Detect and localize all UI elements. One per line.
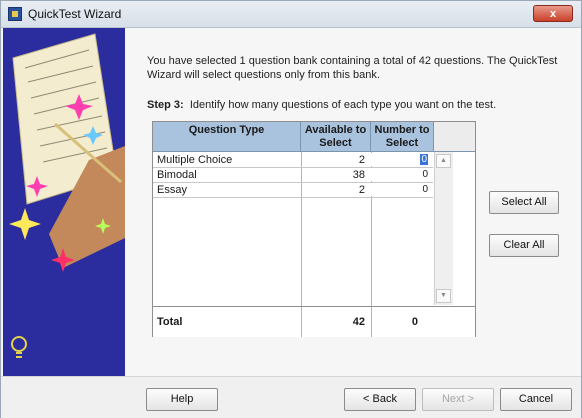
number-to-select-input[interactable]: 0: [371, 168, 432, 181]
total-available: 42: [352, 316, 365, 328]
title-bar: QuickTest Wizard x: [1, 1, 581, 28]
next-button[interactable]: Next >: [422, 388, 494, 411]
number-to-select-input[interactable]: 0: [371, 153, 432, 166]
question-type-grid: Question Type Available to Select Number…: [152, 121, 476, 337]
row-question-type: Multiple Choice: [157, 154, 233, 166]
number-to-select-input[interactable]: 0: [371, 183, 432, 196]
step-text: Identify how many questions of each type…: [189, 99, 497, 111]
quicktest-wizard-window: QuickTest Wizard x You have selected 1 q…: [0, 0, 582, 418]
total-label: Total: [157, 316, 183, 328]
total-number-to-select: 0: [411, 316, 418, 328]
scroll-down-arrow-icon[interactable]: ▼: [436, 289, 451, 303]
header-number-to-select: Number to Select: [371, 122, 434, 152]
column-divider: [301, 307, 302, 337]
header-available: Available to Select: [301, 122, 371, 152]
row-question-type: Bimodal: [157, 169, 197, 181]
help-button[interactable]: Help: [146, 388, 218, 411]
quicktest-app-icon: [8, 7, 22, 21]
total-row: Total 42 0: [153, 306, 475, 337]
select-all-button[interactable]: Select All: [489, 191, 559, 214]
wizard-content: You have selected 1 question bank contai…: [125, 28, 581, 376]
row-question-type: Essay: [157, 184, 187, 196]
header-spacer: [434, 122, 475, 152]
row-available: 38: [352, 169, 365, 181]
cancel-button[interactable]: Cancel: [500, 388, 572, 411]
back-button[interactable]: < Back: [344, 388, 416, 411]
intro-text: You have selected 1 question bank contai…: [147, 55, 558, 81]
wizard-footer: Help < Back Next > Cancel: [1, 376, 581, 418]
close-button[interactable]: x: [533, 5, 573, 22]
column-divider: [371, 307, 372, 337]
step-label: Step 3:: [147, 99, 184, 111]
step-instruction: Step 3: Identify how many questions of e…: [147, 99, 496, 111]
wizard-illustration-panel: [3, 28, 125, 376]
wizard-illustration: [3, 28, 125, 376]
close-icon: x: [549, 8, 557, 20]
row-number-value: 0: [420, 154, 428, 165]
scroll-up-arrow-icon[interactable]: ▲: [436, 154, 451, 168]
row-divider: [153, 197, 433, 198]
window-title: QuickTest Wizard: [28, 7, 122, 21]
row-available: 2: [358, 184, 365, 196]
row-available: 2: [358, 154, 365, 166]
header-question-type: Question Type: [153, 122, 301, 152]
clear-all-button[interactable]: Clear All: [489, 234, 559, 257]
grid-scrollbar[interactable]: ▲ ▼: [434, 152, 453, 305]
